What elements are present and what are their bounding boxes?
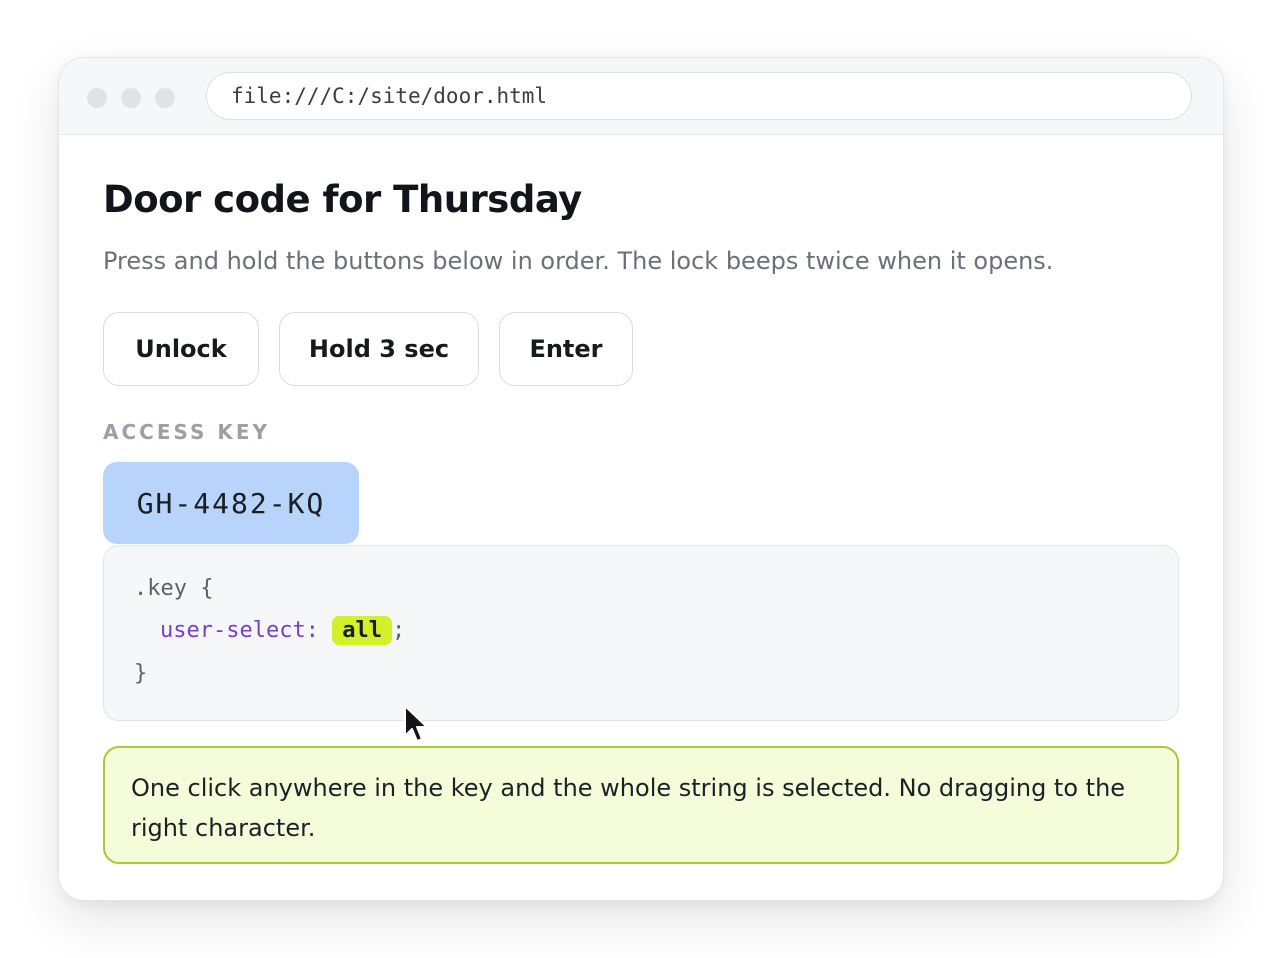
access-key-label: ACCESS KEY (103, 420, 271, 444)
address-bar[interactable]: file:///C:/site/door.html (206, 72, 1192, 120)
browser-window: file:///C:/site/door.html Door code for … (58, 57, 1224, 901)
code-property: user-select (160, 618, 306, 643)
page-title: Door code for Thursday (103, 178, 582, 221)
hold-3-sec-button[interactable]: Hold 3 sec (279, 312, 479, 386)
code-declaration: user-select: all; (160, 616, 406, 645)
page-subtitle: Press and hold the buttons below in orde… (103, 247, 1054, 275)
code-selector: .key { (134, 576, 214, 601)
mouse-pointer-icon (404, 705, 428, 742)
code-closing-brace: } (134, 661, 148, 686)
code-block: .key { user-select: all; } (103, 545, 1179, 721)
enter-button[interactable]: Enter (499, 312, 633, 386)
code-semicolon: ; (391, 618, 406, 643)
code-value-highlight: all (332, 616, 392, 645)
browser-titlebar: file:///C:/site/door.html (59, 58, 1223, 135)
window-maximize-dot[interactable] (155, 88, 175, 108)
code-colon: : (305, 618, 319, 643)
window-minimize-dot[interactable] (121, 88, 141, 108)
unlock-button[interactable]: Unlock (103, 312, 259, 386)
window-close-dot[interactable] (87, 88, 107, 108)
access-key-value[interactable]: GH-4482-KQ (103, 462, 359, 544)
info-note: One click anywhere in the key and the wh… (103, 746, 1179, 864)
